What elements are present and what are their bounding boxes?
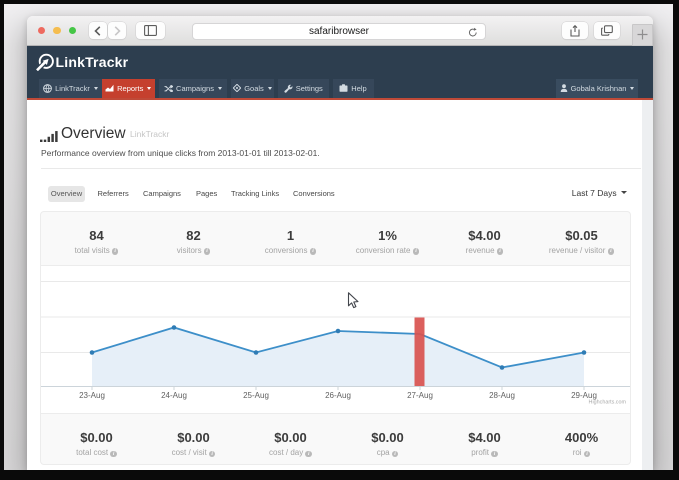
svg-text:24-Aug: 24-Aug — [161, 391, 187, 400]
svg-text:Highcharts.com: Highcharts.com — [589, 400, 627, 406]
svg-text:23-Aug: 23-Aug — [79, 391, 105, 400]
svg-text:28-Aug: 28-Aug — [489, 391, 515, 400]
svg-text:27-Aug: 27-Aug — [407, 391, 433, 400]
svg-text:26-Aug: 26-Aug — [325, 391, 351, 400]
svg-text:25-Aug: 25-Aug — [243, 391, 269, 400]
